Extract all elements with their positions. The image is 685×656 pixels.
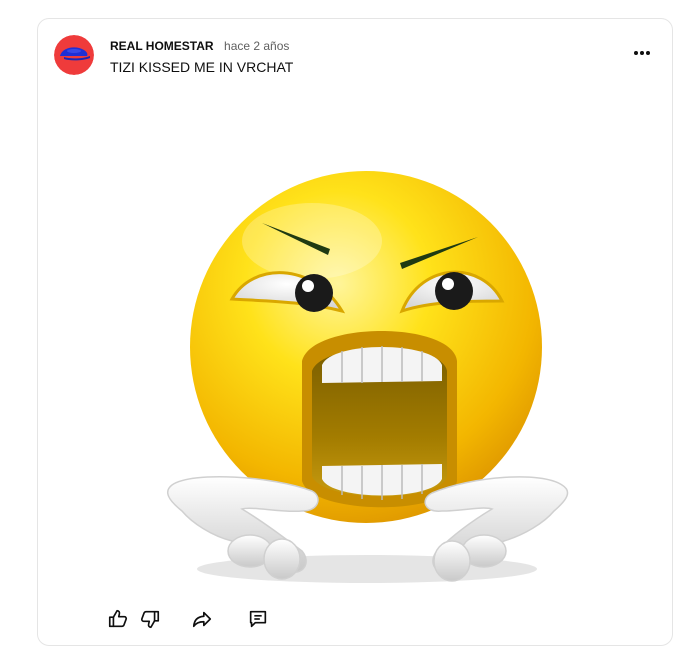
dislike-button[interactable] [136,605,164,633]
post-meta: REAL HOMESTAR hace 2 años [110,39,289,53]
thumbs-up-icon [108,609,128,628]
comment-button[interactable] [244,605,272,633]
author-name[interactable]: REAL HOMESTAR [110,39,214,53]
comment-icon [249,610,267,628]
like-button[interactable] [104,605,132,633]
share-button[interactable] [188,605,216,633]
community-post-card: REAL HOMESTAR hace 2 años TIZI KISSED ME… [37,18,673,646]
more-vertical-icon [634,51,650,55]
post-image[interactable] [152,151,582,591]
page: REAL HOMESTAR hace 2 años TIZI KISSED ME… [0,0,685,656]
thumbs-down-icon [140,610,160,629]
more-actions-button[interactable] [628,39,656,67]
author-avatar[interactable] [54,35,94,75]
post-time[interactable]: hace 2 años [224,39,289,53]
share-icon [192,611,212,628]
post-text: TIZI KISSED ME IN VRCHAT [110,59,294,75]
avatar-image [54,35,94,75]
